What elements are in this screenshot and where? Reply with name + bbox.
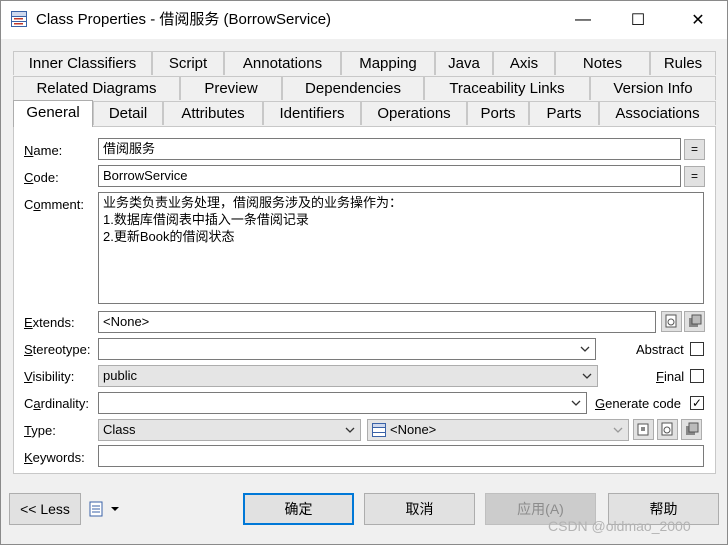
code-input[interactable]: BorrowService — [98, 165, 681, 187]
abstract-checkbox[interactable] — [690, 342, 704, 356]
tab-inner-classifiers[interactable]: Inner Classifiers — [13, 51, 152, 75]
type-label: Type: — [24, 423, 56, 438]
tab-axis[interactable]: Axis — [493, 51, 555, 75]
comment-label: Comment: — [24, 197, 84, 212]
code-label: Code: — [24, 170, 59, 185]
type-value: Class — [103, 422, 136, 437]
tab-parts[interactable]: Parts — [529, 101, 599, 125]
stereotype-combo[interactable] — [98, 338, 596, 360]
name-input[interactable]: 借阅服务 — [98, 138, 681, 160]
type-reference-combo[interactable]: <None> — [367, 419, 629, 441]
ok-button[interactable]: 确定 — [243, 493, 354, 525]
visibility-value: public — [103, 368, 137, 383]
visibility-combo[interactable]: public — [98, 365, 598, 387]
menu-dropdown-button[interactable] — [87, 499, 125, 519]
tab-dependencies[interactable]: Dependencies — [282, 76, 424, 100]
tab-identifiers[interactable]: Identifiers — [263, 101, 361, 125]
select-object-icon — [686, 422, 699, 435]
final-checkbox[interactable] — [690, 369, 704, 383]
cancel-button[interactable]: 取消 — [364, 493, 475, 525]
comment-line: 业务类负责业务处理，借阅服务涉及的业务操作为： — [103, 195, 403, 210]
keywords-input[interactable] — [98, 445, 704, 467]
menu-list-icon — [89, 501, 119, 517]
tab-related-diagrams[interactable]: Related Diagrams — [13, 76, 180, 100]
title-bar: Class Properties - 借阅服务 (BorrowService) … — [1, 1, 727, 39]
name-label: Name: — [24, 143, 63, 158]
minimize-icon: — — [575, 11, 591, 28]
class-icon — [11, 11, 27, 27]
chevron-down-icon — [613, 427, 623, 433]
extends-properties-button[interactable] — [661, 311, 682, 332]
close-icon: ✕ — [691, 12, 705, 29]
abstract-label: Abstract — [636, 342, 684, 357]
cardinality-combo[interactable] — [98, 392, 587, 414]
tab-version-info[interactable]: Version Info — [590, 76, 716, 100]
type-combo[interactable]: Class — [98, 419, 361, 441]
stereotype-label: Stereotype: — [24, 342, 91, 357]
type-create-button[interactable] — [633, 419, 654, 440]
final-label: Final — [656, 369, 685, 384]
tab-annotations[interactable]: Annotations — [224, 51, 341, 75]
extends-input[interactable]: <None> — [98, 311, 656, 333]
tab-ports[interactable]: Ports — [467, 101, 529, 125]
code-name-sync-button[interactable]: = — [684, 166, 705, 187]
name-code-sync-button[interactable]: = — [684, 139, 705, 160]
tab-preview[interactable]: Preview — [180, 76, 282, 100]
tab-traceability-links[interactable]: Traceability Links — [424, 76, 590, 100]
tab-operations[interactable]: Operations — [361, 101, 467, 125]
chevron-down-icon — [571, 400, 581, 406]
chevron-down-icon — [345, 427, 355, 433]
comment-textarea[interactable]: 业务类负责业务处理，借阅服务涉及的业务操作为： 1.数据库借阅表中插入一条借阅记… — [98, 192, 704, 304]
tab-detail[interactable]: Detail — [93, 101, 163, 125]
maximize-button[interactable]: ☐ — [611, 1, 665, 39]
extends-label: Extends: — [24, 315, 75, 330]
properties-icon — [661, 422, 673, 436]
visibility-label: Visibility: — [24, 369, 75, 384]
tab-mapping[interactable]: Mapping — [341, 51, 435, 75]
comment-line: 2.更新Book的借阅状态 — [103, 229, 235, 244]
generate-code-label: Generate code — [595, 396, 682, 411]
create-icon — [637, 423, 649, 436]
tab-attributes[interactable]: Attributes — [163, 101, 263, 125]
chevron-down-icon — [582, 373, 592, 379]
minimize-button[interactable]: — — [556, 1, 610, 39]
keywords-label: Keywords: — [24, 450, 85, 465]
class-icon — [372, 423, 386, 437]
tab-script[interactable]: Script — [152, 51, 224, 75]
tab-java[interactable]: Java — [435, 51, 493, 75]
cardinality-label: Cardinality: — [24, 396, 90, 411]
tab-rules[interactable]: Rules — [650, 51, 716, 75]
type-select-button[interactable] — [681, 419, 702, 440]
tab-general[interactable]: General — [13, 100, 93, 127]
maximize-icon: ☐ — [630, 12, 646, 29]
select-object-icon — [689, 314, 702, 327]
window-title: Class Properties - 借阅服务 (BorrowService) — [36, 11, 332, 28]
type-properties-button[interactable] — [657, 419, 678, 440]
tab-notes[interactable]: Notes — [555, 51, 650, 75]
watermark: CSDN @oldmao_2000 — [548, 518, 691, 534]
comment-line: 1.数据库借阅表中插入一条借阅记录 — [103, 212, 309, 227]
extends-select-button[interactable] — [684, 311, 705, 332]
less-button[interactable]: << Less — [9, 493, 81, 525]
type-reference-value: <None> — [390, 422, 437, 437]
chevron-down-icon — [580, 346, 590, 352]
properties-icon — [665, 314, 677, 328]
close-button[interactable]: ✕ — [671, 1, 725, 39]
generate-code-checkbox[interactable]: ✓ — [690, 396, 704, 410]
class-properties-dialog: Class Properties - 借阅服务 (BorrowService) … — [0, 0, 728, 545]
tab-associations[interactable]: Associations — [599, 101, 716, 125]
